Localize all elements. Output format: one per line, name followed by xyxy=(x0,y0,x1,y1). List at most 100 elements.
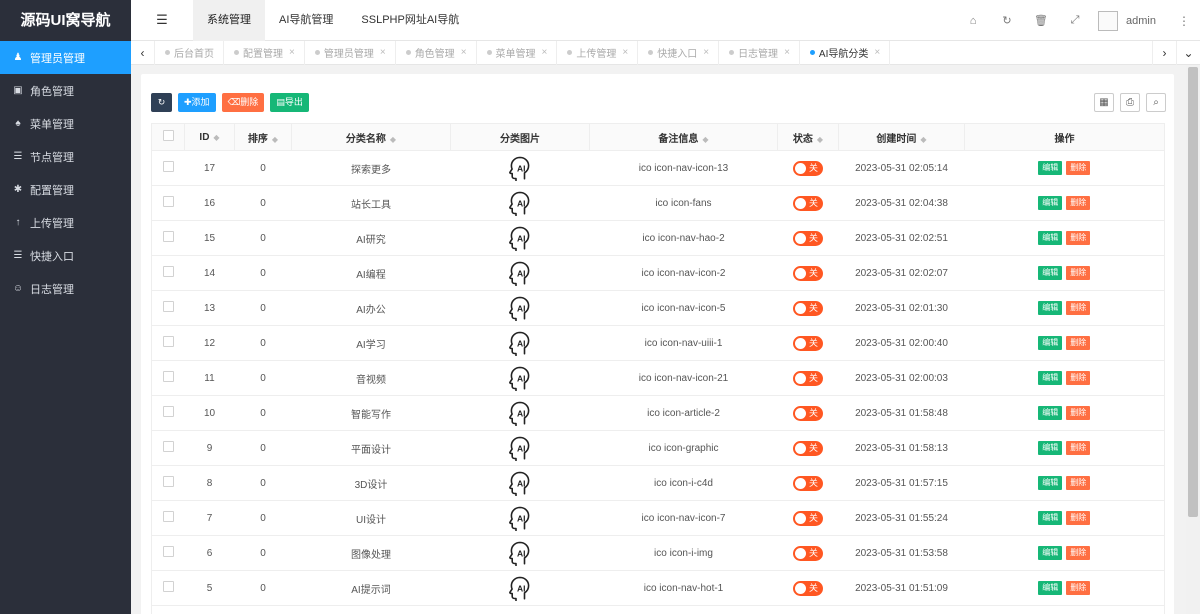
status-toggle[interactable]: 关 xyxy=(793,475,823,491)
sort-icon[interactable]: ◆ xyxy=(390,135,396,144)
sort-icon[interactable]: ◆ xyxy=(213,133,219,142)
tabs-scroll-left-icon[interactable]: ‹ xyxy=(131,40,155,65)
status-toggle[interactable]: 关 xyxy=(793,510,823,526)
sort-icon[interactable]: ◆ xyxy=(272,135,278,144)
columns-icon[interactable]: ▦ xyxy=(1094,93,1114,112)
sidebar-item-7[interactable]: ☺ 日志管理 xyxy=(0,272,131,305)
row-checkbox[interactable] xyxy=(162,511,174,522)
trash-icon[interactable]: 🗑 xyxy=(1024,14,1058,27)
status-toggle[interactable]: 关 xyxy=(793,265,823,281)
edit-button[interactable]: 编辑 xyxy=(1038,336,1063,350)
page-scrollbar[interactable] xyxy=(1186,65,1200,614)
delete-button[interactable]: 删除 xyxy=(1066,371,1091,385)
export-button[interactable]: ▤导出 xyxy=(270,93,309,112)
tab-close-icon[interactable]: × xyxy=(703,47,709,58)
sort-icon[interactable]: ◆ xyxy=(817,135,823,144)
fullscreen-icon[interactable]: ⤢ xyxy=(1058,14,1092,27)
row-checkbox[interactable] xyxy=(162,266,174,277)
top-nav-item-2[interactable]: SSLPHP网址AI导航 xyxy=(347,0,473,41)
refresh-button[interactable]: ↻ xyxy=(151,93,172,112)
row-checkbox[interactable] xyxy=(162,336,174,347)
edit-button[interactable]: 编辑 xyxy=(1038,441,1063,455)
delete-button[interactable]: 删除 xyxy=(1066,161,1091,175)
delete-button[interactable]: 删除 xyxy=(1066,441,1091,455)
delete-button[interactable]: 删除 xyxy=(1066,196,1091,210)
row-checkbox[interactable] xyxy=(162,441,174,452)
avatar[interactable] xyxy=(1098,10,1119,31)
status-toggle[interactable]: 关 xyxy=(793,545,823,561)
edit-button[interactable]: 编辑 xyxy=(1038,476,1063,490)
top-nav-item-0[interactable]: 系统管理 xyxy=(193,0,265,41)
page-tab-4[interactable]: 菜单管理 × xyxy=(477,40,558,65)
sort-icon[interactable]: ◆ xyxy=(920,135,926,144)
sort-icon[interactable]: ◆ xyxy=(702,135,708,144)
status-toggle[interactable]: 关 xyxy=(793,580,823,596)
status-toggle[interactable]: 关 xyxy=(793,160,823,176)
header-created[interactable]: 创建时间 ◆ xyxy=(838,123,965,151)
sidebar-item-4[interactable]: ✱ 配置管理 xyxy=(0,173,131,206)
status-toggle[interactable]: 关 xyxy=(793,405,823,421)
row-checkbox[interactable] xyxy=(162,196,174,207)
menu-toggle-icon[interactable]: ☰ xyxy=(131,12,193,28)
row-checkbox[interactable] xyxy=(162,546,174,557)
status-toggle[interactable]: 关 xyxy=(793,230,823,246)
row-checkbox[interactable] xyxy=(162,406,174,417)
delete-button[interactable]: 删除 xyxy=(1066,511,1091,525)
tab-close-icon[interactable]: × xyxy=(874,47,880,58)
tab-close-icon[interactable]: × xyxy=(461,47,467,58)
tabs-scroll-right-icon[interactable]: › xyxy=(1152,40,1176,65)
sidebar-item-0[interactable]: ♟ 管理员管理 xyxy=(0,41,131,74)
top-nav-item-1[interactable]: AI导航管理 xyxy=(265,0,347,41)
tab-close-icon[interactable]: × xyxy=(622,47,628,58)
edit-button[interactable]: 编辑 xyxy=(1038,371,1063,385)
select-all-checkbox[interactable] xyxy=(162,130,174,141)
status-toggle[interactable]: 关 xyxy=(793,335,823,351)
row-checkbox[interactable] xyxy=(162,231,174,242)
page-tab-8[interactable]: AI导航分类 × xyxy=(800,40,891,65)
edit-button[interactable]: 编辑 xyxy=(1038,511,1063,525)
page-tab-3[interactable]: 角色管理 × xyxy=(396,40,477,65)
delete-button[interactable]: 删除 xyxy=(1066,301,1091,315)
page-tab-0[interactable]: 后台首页 xyxy=(155,40,224,65)
user-name[interactable]: admin xyxy=(1126,15,1156,27)
tab-close-icon[interactable]: × xyxy=(289,47,295,58)
print-icon[interactable]: ⎙ xyxy=(1120,93,1140,112)
edit-button[interactable]: 编辑 xyxy=(1038,546,1063,560)
delete-button[interactable]: ⌫删除 xyxy=(221,93,265,112)
header-remark[interactable]: 备注信息 ◆ xyxy=(589,123,778,151)
tabs-menu-chevron-down-icon[interactable]: ⌄ xyxy=(1176,40,1200,65)
header-id[interactable]: ID ◆ xyxy=(184,123,235,151)
sidebar-item-2[interactable]: ♠ 菜单管理 xyxy=(0,107,131,140)
header-name[interactable]: 分类名称 ◆ xyxy=(291,123,451,151)
edit-button[interactable]: 编辑 xyxy=(1038,196,1063,210)
scrollbar-thumb[interactable] xyxy=(1188,67,1198,517)
delete-button[interactable]: 删除 xyxy=(1066,266,1091,280)
sidebar-item-1[interactable]: ▣ 角色管理 xyxy=(0,74,131,107)
page-tab-5[interactable]: 上传管理 × xyxy=(557,40,639,65)
delete-button[interactable]: 删除 xyxy=(1066,406,1091,420)
status-toggle[interactable]: 关 xyxy=(793,300,823,316)
row-checkbox[interactable] xyxy=(162,301,174,312)
row-checkbox[interactable] xyxy=(162,371,174,382)
delete-button[interactable]: 删除 xyxy=(1066,581,1091,595)
tab-close-icon[interactable]: × xyxy=(542,47,548,58)
add-button[interactable]: ✚添加 xyxy=(178,93,216,112)
edit-button[interactable]: 编辑 xyxy=(1038,161,1063,175)
more-menu-icon[interactable]: ⋮ xyxy=(1174,14,1194,28)
header-sort[interactable]: 排序 ◆ xyxy=(234,123,292,151)
home-icon[interactable]: ⌂ xyxy=(956,15,990,27)
status-toggle[interactable]: 关 xyxy=(793,370,823,386)
edit-button[interactable]: 编辑 xyxy=(1038,406,1063,420)
status-toggle[interactable]: 关 xyxy=(793,195,823,211)
delete-button[interactable]: 删除 xyxy=(1066,231,1091,245)
header-status[interactable]: 状态 ◆ xyxy=(777,123,839,151)
refresh-icon[interactable]: ↻ xyxy=(990,14,1024,27)
row-checkbox[interactable] xyxy=(162,476,174,487)
row-checkbox[interactable] xyxy=(162,161,174,172)
delete-button[interactable]: 删除 xyxy=(1066,546,1091,560)
delete-button[interactable]: 删除 xyxy=(1066,336,1091,350)
tab-close-icon[interactable]: × xyxy=(784,47,790,58)
delete-button[interactable]: 删除 xyxy=(1066,476,1091,490)
sidebar-item-3[interactable]: ☰ 节点管理 xyxy=(0,140,131,173)
tab-close-icon[interactable]: × xyxy=(380,47,386,58)
